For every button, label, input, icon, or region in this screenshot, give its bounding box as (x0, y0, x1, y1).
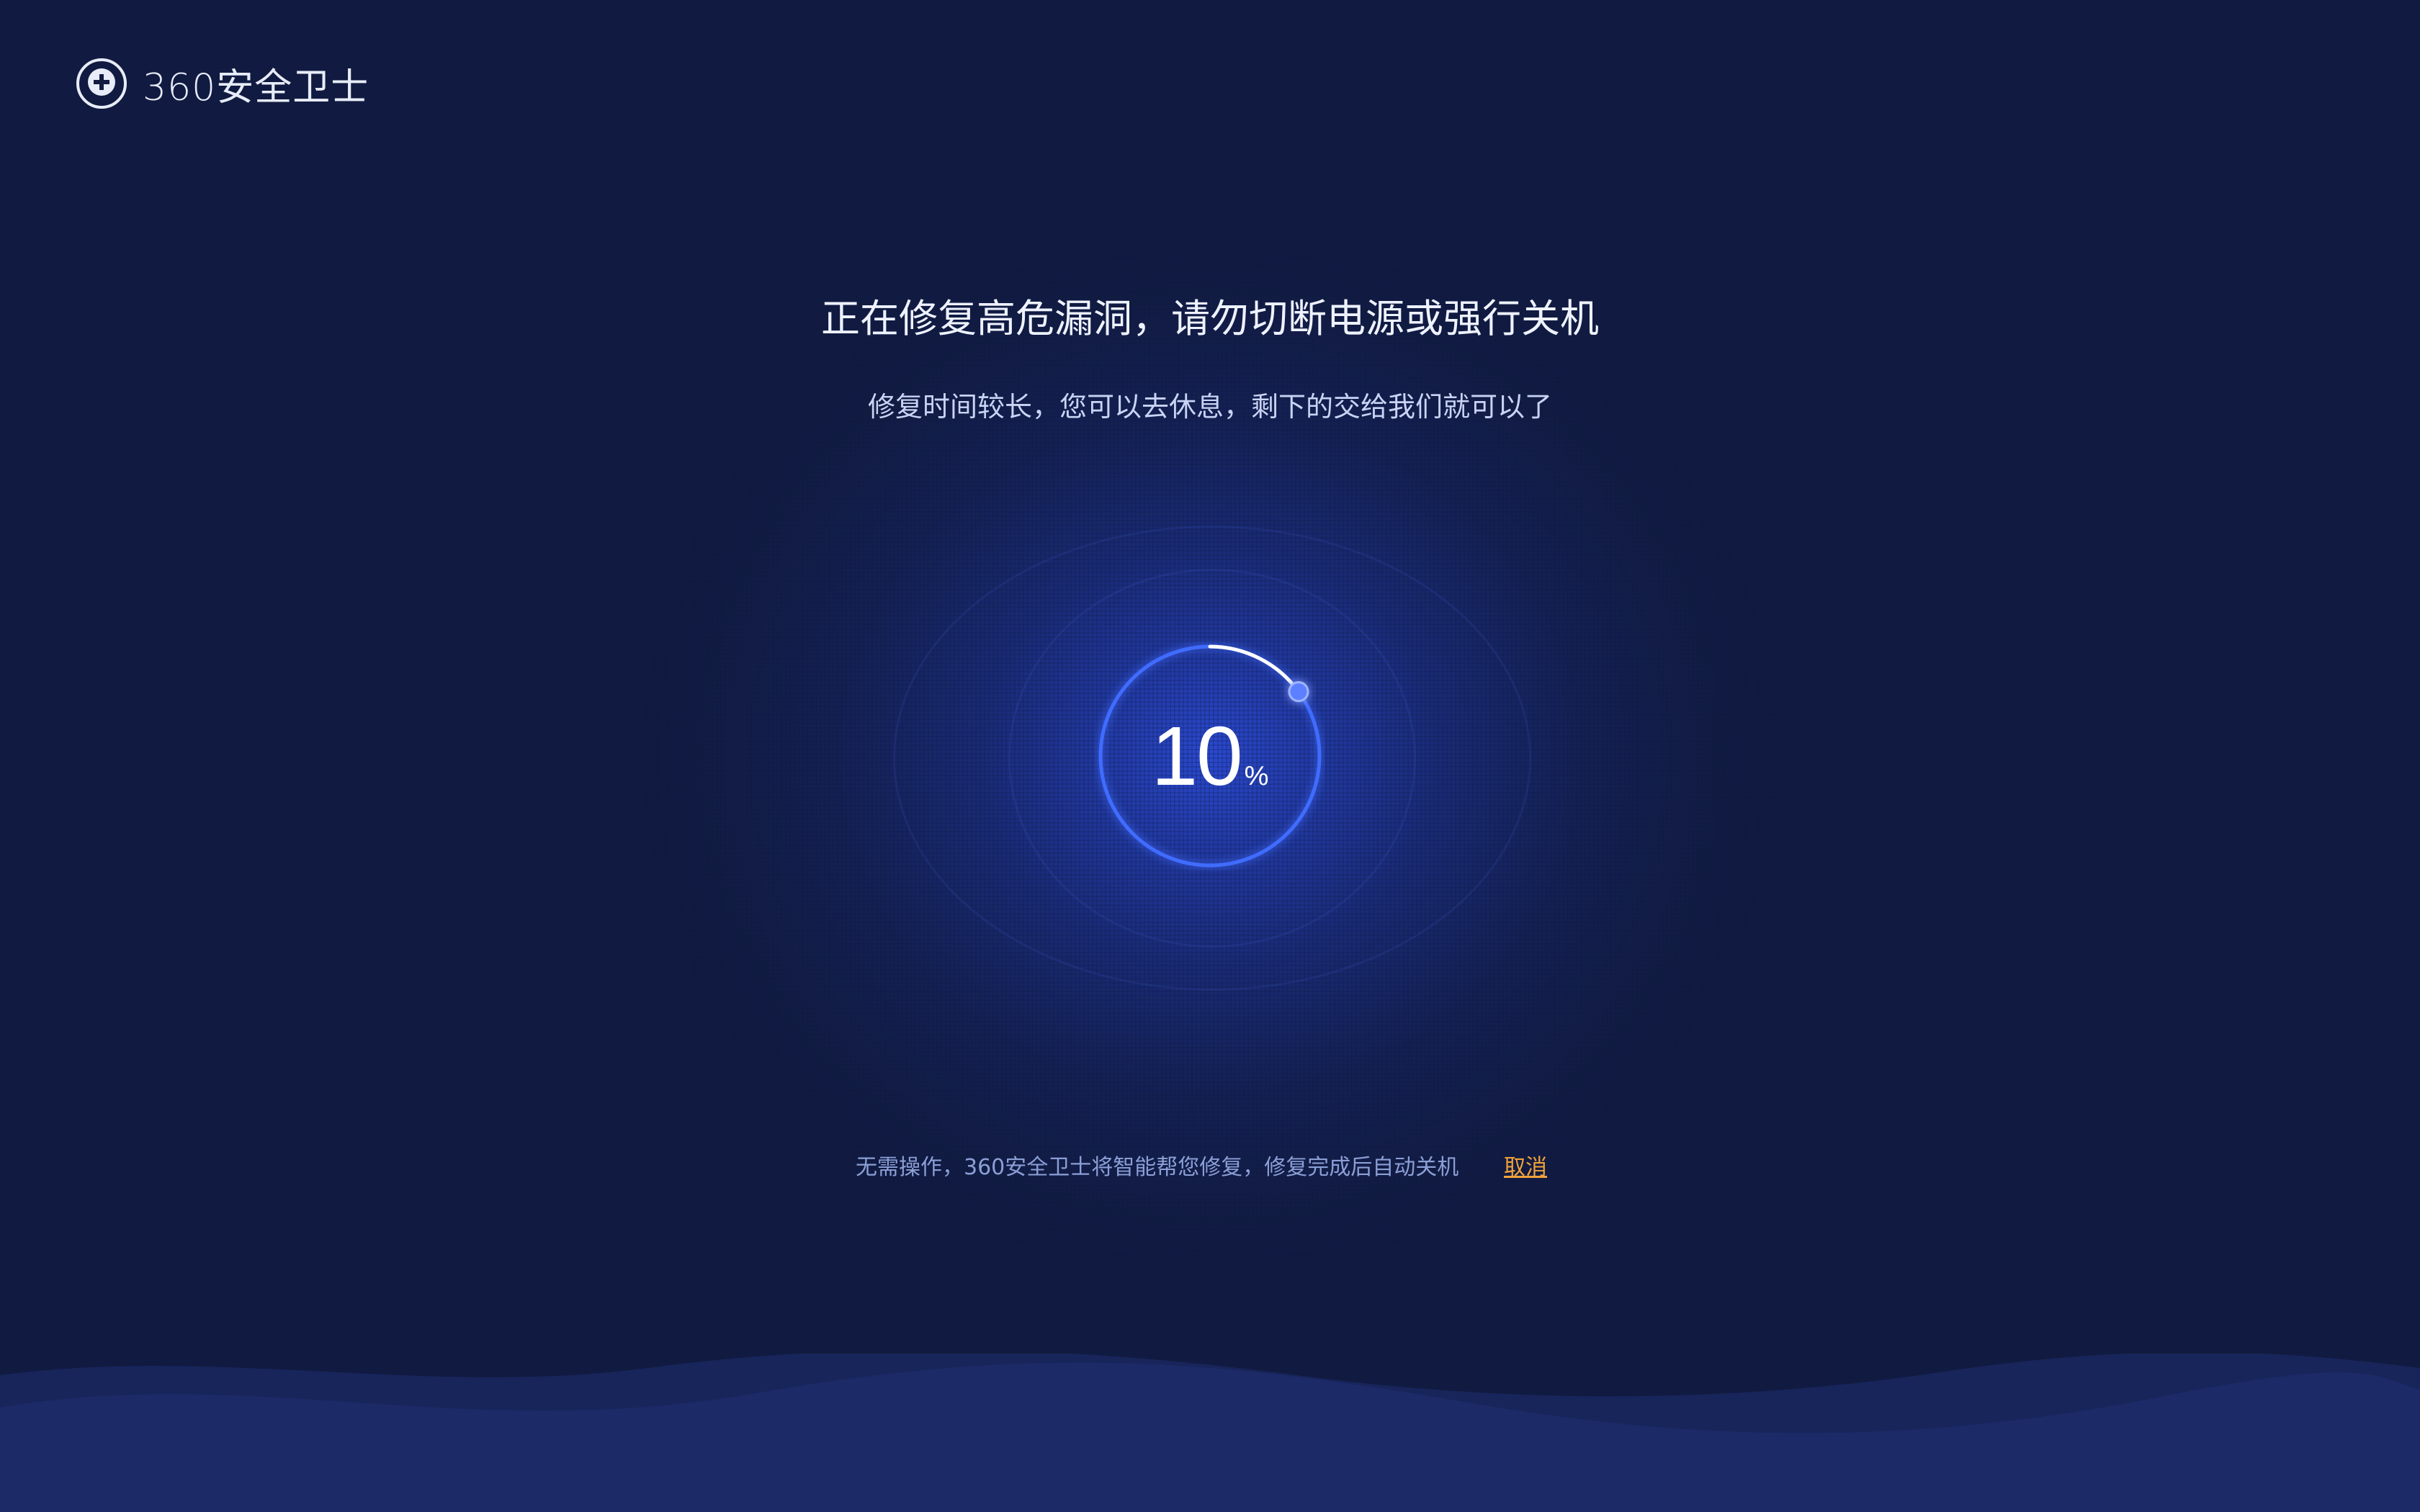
progress-unit: % (1244, 761, 1269, 791)
shield-plus-icon (76, 58, 127, 109)
bottom-waves (0, 1354, 2420, 1512)
progress-ring: 10 % (1095, 641, 1325, 871)
progress-number: 10 (1151, 709, 1243, 803)
cancel-link[interactable]: 取消 (1504, 1149, 1547, 1181)
repair-screen: 360安全卫士 正在修复高危漏洞，请勿切断电源或强行关机 修复时间较长，您可以去… (0, 0, 2420, 1512)
page-subtitle: 修复时间较长，您可以去休息，剩下的交给我们就可以了 (867, 391, 1552, 423)
auto-shutdown-note: 无需操作，360安全卫士将智能帮您修复，修复完成后自动关机 (856, 1155, 1459, 1180)
progress-value: 10 % (1095, 641, 1325, 871)
page-title: 正在修复高危漏洞，请勿切断电源或强行关机 (821, 296, 1599, 341)
app-logo: 360安全卫士 (75, 55, 369, 112)
app-logo-text: 360安全卫士 (143, 66, 369, 109)
